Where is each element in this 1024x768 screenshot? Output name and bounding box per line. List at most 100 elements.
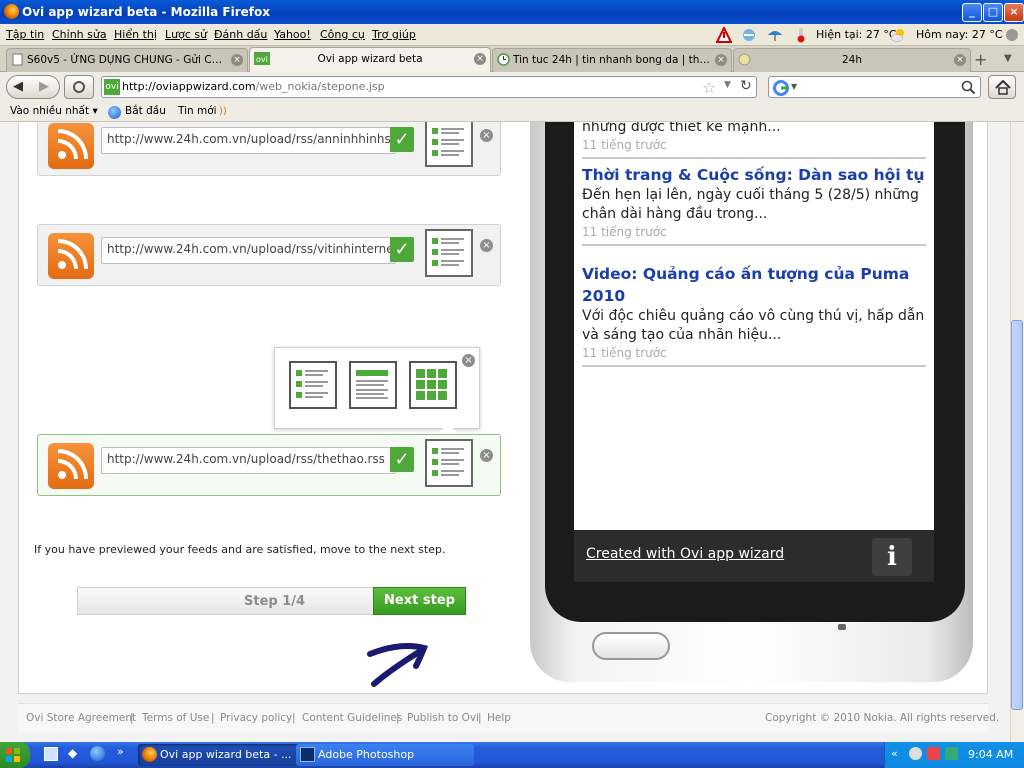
bookmark-star-icon[interactable]: ☆ [702, 78, 716, 97]
rss-icon [48, 233, 94, 279]
ie-icon[interactable] [90, 746, 105, 761]
maximize-button[interactable]: □ [983, 3, 1003, 22]
menu-bookmarks[interactable]: Đánh dấu [214, 28, 267, 41]
tab-close-icon[interactable]: × [231, 54, 243, 66]
tab-close-icon[interactable]: × [954, 54, 966, 66]
search-engine-dropdown-icon[interactable]: ▼ [791, 82, 797, 91]
taskbar-firefox[interactable]: Ovi app wizard beta - ... [138, 744, 312, 766]
url-dropdown-icon[interactable]: ▼ [724, 80, 731, 90]
tab-s60v5[interactable]: S60v5 - ỨNG DỤNG CHUNG - Gửi Chủ... × [6, 48, 248, 72]
window-title: Ovi app wizard beta - Mozilla Firefox [22, 5, 270, 19]
tab-close-icon[interactable]: × [715, 54, 727, 66]
search-input[interactable] [803, 78, 953, 96]
taskbar-photoshop-label: Adobe Photoshop [318, 748, 415, 761]
bookmark-latest-headlines[interactable]: Tin mới [178, 105, 217, 117]
featured-layout-icon [356, 370, 388, 399]
thermometer-icon[interactable] [793, 27, 809, 43]
article-item[interactable]: những được thiết kế mạnh... 11 tiếng trư… [582, 122, 926, 159]
tab-24h[interactable]: 24h × [733, 48, 971, 72]
article-title[interactable]: Video: Quảng cáo ấn tượng của Puma 2010 [582, 263, 926, 307]
menu-view[interactable]: Hiển thị [114, 28, 157, 41]
footer-link-privacy[interactable]: Privacy policy [220, 712, 292, 724]
wind-icon[interactable] [741, 27, 757, 43]
search-bar[interactable]: ▼ [768, 76, 981, 98]
page-viewport: http://www.24h.com.vn/upload/rss/anninhh… [0, 122, 1010, 742]
weather-today[interactable]: Hôm nay: 27 °C [916, 28, 1003, 41]
taskbar-photoshop[interactable]: Adobe Photoshop [296, 744, 474, 766]
layout-list-button[interactable] [425, 439, 473, 487]
feed-url-input[interactable]: http://www.24h.com.vn/upload/rss/thethao… [101, 447, 396, 474]
tab-strip: S60v5 - ỨNG DỤNG CHUNG - Gửi Chủ... × ov… [0, 46, 1024, 73]
menu-history[interactable]: Lược sử [165, 28, 207, 41]
forward-arrow-icon[interactable]: ▶ [39, 79, 49, 94]
info-button[interactable]: i [872, 538, 912, 576]
bookmark-most-visited[interactable]: Vào nhiều nhất ▾ [10, 105, 98, 117]
tray-security-icon[interactable] [927, 747, 940, 760]
weather-current[interactable]: Hiện tại: 27 °C [816, 28, 897, 41]
checkmark-icon[interactable]: ✓ [390, 447, 414, 472]
tab-close-icon[interactable]: × [474, 53, 486, 65]
new-tab-button[interactable]: + [974, 50, 987, 69]
menu-help[interactable]: Trợ giúp [372, 28, 416, 41]
page-info-button[interactable] [64, 75, 94, 99]
home-button[interactable] [988, 75, 1016, 99]
bookmark-getting-started[interactable]: Bắt đầu [125, 105, 166, 117]
search-icon[interactable] [961, 80, 976, 95]
popup-close-icon[interactable]: × [462, 354, 475, 367]
created-with-link[interactable]: Created with Ovi app wizard [586, 546, 784, 562]
tab-list-icon[interactable]: ▼ [1004, 53, 1012, 64]
tray-network-icon[interactable] [945, 747, 958, 760]
warning-icon[interactable] [716, 27, 732, 43]
show-desktop-icon[interactable] [44, 747, 58, 761]
footer-link-guidelines[interactable]: Content Guidelines [302, 712, 402, 724]
tab-label: S60v5 - ỨNG DỤNG CHUNG - Gửi Chủ... [27, 54, 227, 66]
start-button[interactable] [0, 742, 30, 768]
checkmark-icon[interactable]: ✓ [390, 127, 414, 152]
partly-cloudy-icon[interactable] [890, 27, 906, 43]
hand-drawn-arrow-icon [367, 643, 429, 687]
umbrella-icon[interactable] [767, 27, 783, 43]
feed-url-input[interactable]: http://www.24h.com.vn/upload/rss/vitinhi… [101, 237, 396, 264]
remove-feed-icon[interactable]: × [480, 239, 493, 252]
footer-link-publish[interactable]: Publish to Ovi [407, 712, 479, 724]
layout-list-button[interactable] [425, 122, 473, 167]
ovi-logo-icon: ovi [254, 52, 270, 65]
layout-list-button[interactable] [425, 229, 473, 277]
grid-layout-option[interactable] [409, 361, 457, 409]
remove-feed-icon[interactable]: × [480, 129, 493, 142]
article-item[interactable]: Video: Quảng cáo ấn tượng của Puma 2010 … [582, 263, 926, 367]
menu-file[interactable]: Tập tin [6, 28, 44, 41]
quicklaunch-more-icon[interactable]: » [117, 745, 124, 758]
window-titlebar[interactable]: Ovi app wizard beta - Mozilla Firefox _ … [0, 0, 1024, 24]
site-identity-icon[interactable]: ovi [104, 79, 120, 95]
tray-app-icon[interactable] [909, 747, 922, 760]
back-arrow-icon[interactable]: ◀ [13, 79, 23, 94]
footer-link-store-agreement[interactable]: Ovi Store Agreement [26, 712, 136, 724]
tab-ovi-app-wizard[interactable]: ovi Ovi app wizard beta × [249, 47, 491, 73]
remove-feed-icon[interactable]: × [480, 449, 493, 462]
reload-icon[interactable]: ↻ [740, 78, 752, 94]
list-layout-icon [432, 448, 464, 476]
article-item[interactable]: Thời trang & Cuộc sống: Dàn sao hội tụ Đ… [582, 164, 926, 246]
menu-edit[interactable]: Chỉnh sửa [52, 28, 107, 41]
checkmark-icon[interactable]: ✓ [390, 237, 414, 262]
weather-options-icon[interactable] [1004, 27, 1020, 43]
tab-24h-news[interactable]: Tin tuc 24h | tin nhanh bong da | the...… [492, 48, 732, 72]
tray-expand-icon[interactable]: « [891, 747, 898, 760]
list-layout-option[interactable] [289, 361, 337, 409]
google-icon[interactable] [773, 80, 789, 96]
scrollbar-thumb[interactable] [1011, 320, 1023, 710]
footer-separator: | [292, 712, 296, 724]
article-title[interactable]: Thời trang & Cuộc sống: Dàn sao hội tụ [582, 164, 926, 186]
menu-tools[interactable]: Công cụ [320, 28, 365, 41]
footer-link-help[interactable]: Help [487, 712, 511, 724]
close-button[interactable]: × [1004, 3, 1024, 22]
minimize-button[interactable]: _ [962, 3, 982, 22]
feed-url-input[interactable]: http://www.24h.com.vn/upload/rss/anninhh… [101, 127, 396, 154]
menu-yahoo[interactable]: Yahoo! [274, 28, 311, 41]
quicklaunch-app-icon[interactable]: ◆ [68, 746, 77, 760]
next-step-button[interactable]: Next step [373, 587, 466, 615]
featured-layout-option[interactable] [349, 361, 397, 409]
footer-link-terms[interactable]: Terms of Use [142, 712, 209, 724]
list-layout-icon [296, 370, 328, 398]
